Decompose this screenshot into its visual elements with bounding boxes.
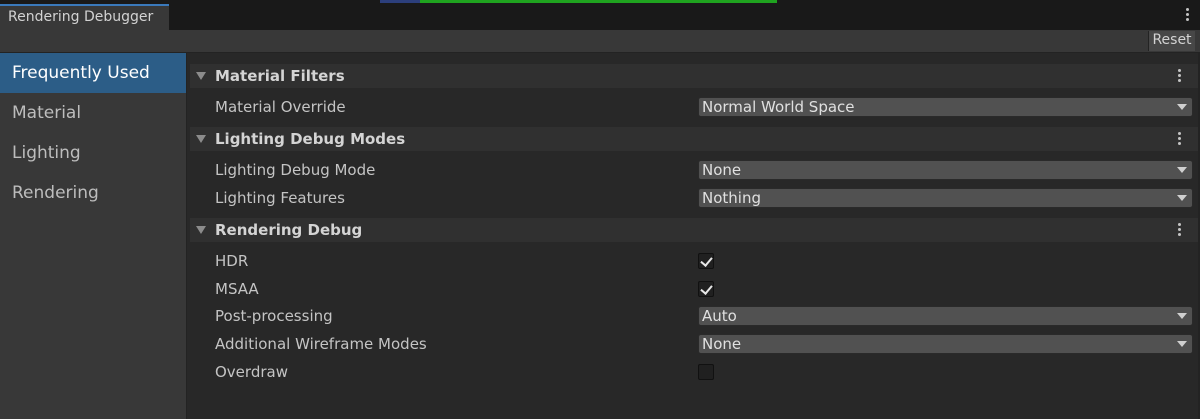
section-title: Material Filters xyxy=(215,67,345,85)
toolbar: Reset xyxy=(0,30,1200,53)
post-processing-dropdown[interactable]: Auto xyxy=(698,306,1193,326)
field-label: Lighting Features xyxy=(215,189,345,207)
overdraw-checkbox[interactable] xyxy=(698,364,714,380)
top-strip-blue-segment xyxy=(380,0,420,3)
row-hdr: HDR xyxy=(190,248,1198,274)
row-overdraw: Overdraw xyxy=(190,359,1198,385)
row-lighting-debug-mode: Lighting Debug Mode None xyxy=(190,157,1198,183)
sidebar: Frequently Used Material Lighting Render… xyxy=(0,53,187,419)
kebab-menu-icon[interactable] xyxy=(1178,223,1181,236)
field-label: Lighting Debug Mode xyxy=(215,161,376,179)
dropdown-arrow-icon xyxy=(1177,195,1187,201)
msaa-checkbox[interactable] xyxy=(698,281,714,297)
dropdown-value: None xyxy=(702,335,742,353)
hdr-checkbox[interactable] xyxy=(698,253,714,269)
material-override-dropdown[interactable]: Normal World Space xyxy=(698,97,1193,117)
field-label: Post-processing xyxy=(215,307,333,325)
dropdown-arrow-icon xyxy=(1177,104,1187,110)
dropdown-arrow-icon xyxy=(1177,341,1187,347)
dropdown-value: None xyxy=(702,161,742,179)
foldout-triangle-icon[interactable] xyxy=(196,72,206,80)
reset-button[interactable]: Reset xyxy=(1148,31,1195,51)
section-title: Lighting Debug Modes xyxy=(215,130,406,148)
row-msaa: MSAA xyxy=(190,276,1198,302)
kebab-menu-icon[interactable] xyxy=(1184,8,1190,26)
field-label: HDR xyxy=(215,252,249,270)
row-additional-wireframe-modes: Additional Wireframe Modes None xyxy=(190,331,1198,357)
tab-rendering-debugger[interactable]: Rendering Debugger xyxy=(0,4,169,30)
foldout-triangle-icon[interactable] xyxy=(196,135,206,143)
row-lighting-features: Lighting Features Nothing xyxy=(190,185,1198,211)
checkmark-icon xyxy=(700,254,713,267)
section-header-material-filters[interactable]: Material Filters xyxy=(190,64,1198,88)
kebab-menu-icon[interactable] xyxy=(1178,69,1181,82)
checkmark-icon xyxy=(700,282,713,295)
dropdown-value: Nothing xyxy=(702,189,761,207)
row-material-override: Material Override Normal World Space xyxy=(190,94,1198,120)
lighting-features-dropdown[interactable]: Nothing xyxy=(698,188,1193,208)
sidebar-item-frequently-used[interactable]: Frequently Used xyxy=(0,53,186,93)
dropdown-arrow-icon xyxy=(1177,167,1187,173)
dropdown-value: Normal World Space xyxy=(702,98,855,116)
additional-wireframe-modes-dropdown[interactable]: None xyxy=(698,334,1193,354)
section-header-rendering-debug[interactable]: Rendering Debug xyxy=(190,218,1198,242)
dropdown-value: Auto xyxy=(702,307,737,325)
field-label: Material Override xyxy=(215,98,346,116)
section-header-lighting-debug-modes[interactable]: Lighting Debug Modes xyxy=(190,127,1198,151)
sidebar-item-lighting[interactable]: Lighting xyxy=(0,133,186,173)
top-strip-green-segment xyxy=(420,0,777,3)
settings-panel: Material Filters Material Override Norma… xyxy=(190,53,1200,419)
row-post-processing: Post-processing Auto xyxy=(190,303,1198,329)
field-label: MSAA xyxy=(215,280,259,298)
sidebar-item-rendering[interactable]: Rendering xyxy=(0,173,186,213)
dropdown-arrow-icon xyxy=(1177,313,1187,319)
field-label: Overdraw xyxy=(215,363,288,381)
field-label: Additional Wireframe Modes xyxy=(215,335,427,353)
lighting-debug-mode-dropdown[interactable]: None xyxy=(698,160,1193,180)
sidebar-item-material[interactable]: Material xyxy=(0,93,186,133)
kebab-menu-icon[interactable] xyxy=(1178,132,1181,145)
tab-bar: Rendering Debugger xyxy=(0,4,1200,30)
section-title: Rendering Debug xyxy=(215,221,363,239)
foldout-triangle-icon[interactable] xyxy=(196,226,206,234)
